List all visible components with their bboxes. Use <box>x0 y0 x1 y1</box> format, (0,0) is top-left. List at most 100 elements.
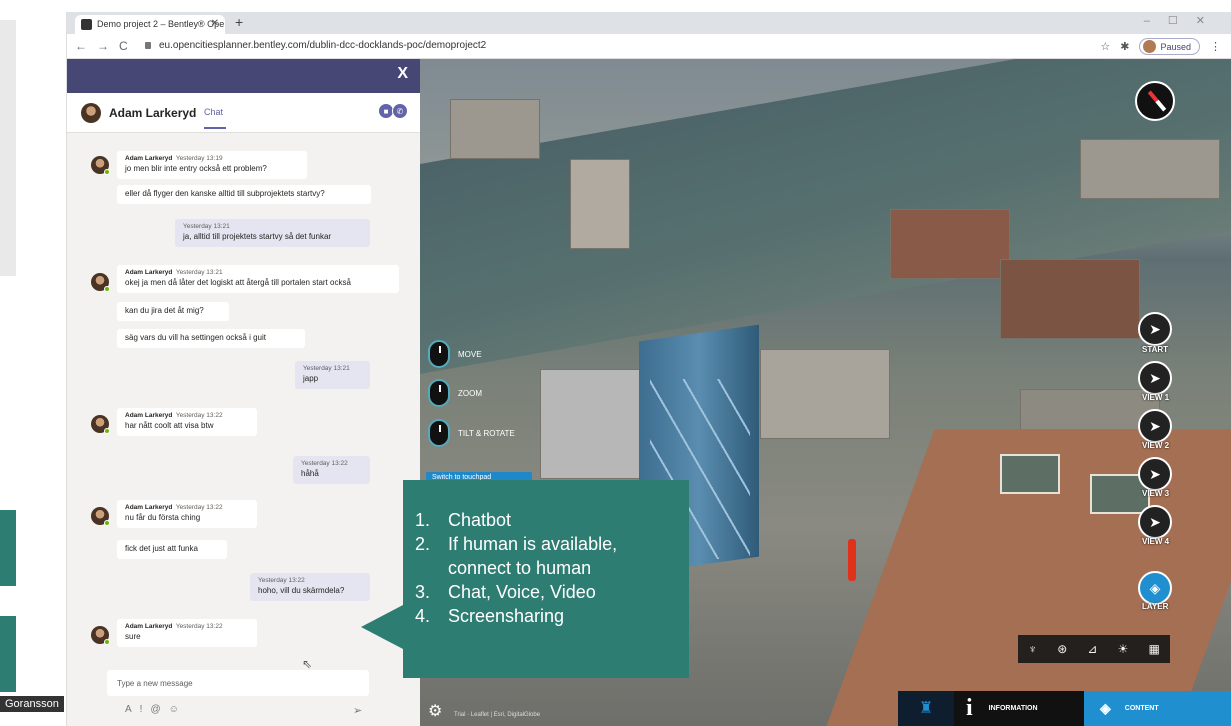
message-avatar <box>91 507 110 526</box>
chat-message: Adam Larkeryd Yesterday 13:19 jo men bli… <box>117 151 307 179</box>
building <box>1080 139 1220 199</box>
slide-panel-grey <box>0 20 16 276</box>
move-control: MOVE <box>428 340 482 368</box>
chat-message: eller då flyger den kanske alltid till s… <box>117 185 371 204</box>
courtyard <box>1000 454 1060 494</box>
view-2-label: VIEW 2 <box>1142 441 1170 450</box>
message-input[interactable]: Type a new message <box>107 670 369 696</box>
feature-list: 1. Chatbot 2. If human is available, conne… <box>403 480 689 628</box>
mouse-cursor-icon: ⇖ <box>302 657 313 671</box>
feature-callout: 1. Chatbot 2. If human is available, conne… <box>403 480 689 678</box>
chat-message-own: Yesterday 13:21 japp <box>295 361 370 389</box>
chat-message: Adam Larkeryd Yesterday 13:21 okej ja me… <box>117 265 399 293</box>
window-controls[interactable]: –☐✕ <box>1144 14 1223 27</box>
building <box>450 99 540 159</box>
view-3-label: VIEW 3 <box>1142 489 1170 498</box>
mouse-icon <box>428 419 450 447</box>
bottom-bar: ♜ i INFORMATION ◈ CONTENT <box>898 691 1231 726</box>
presenter-name: Goransson <box>0 696 64 712</box>
city-logo-icon[interactable]: ♜ <box>898 691 954 726</box>
view-3-button[interactable]: ➤ <box>1138 457 1172 491</box>
information-button[interactable]: i INFORMATION <box>954 691 1084 726</box>
chat-message: Adam Larkeryd Yesterday 13:22 sure <box>117 619 257 647</box>
tilt-control: TILT & ROTATE <box>428 419 515 447</box>
star-icon[interactable]: ☆ <box>1100 40 1110 53</box>
settings-gear-icon[interactable]: ⚙ <box>428 701 442 721</box>
menu-icon[interactable]: ⋮ <box>1210 40 1221 53</box>
view-4-label: VIEW 4 <box>1142 537 1170 546</box>
mouse-icon <box>428 379 450 407</box>
send-icon[interactable]: ➢ <box>353 704 362 717</box>
profile-avatar <box>1143 40 1157 53</box>
walk-icon[interactable]: ♆ <box>1028 642 1037 656</box>
chat-message-own: Yesterday 13:22 hoho, vill du skärmdela? <box>250 573 370 601</box>
building <box>890 209 1010 279</box>
callout-arrow <box>361 605 403 649</box>
sun-icon[interactable]: ☀ <box>1118 642 1129 656</box>
layer-label: LAYER <box>1142 602 1169 611</box>
shadow-icon[interactable]: ⊛ <box>1057 642 1067 656</box>
chat-message: säg vars du vill ha settingen också i gu… <box>117 329 305 348</box>
view-2-button[interactable]: ➤ <box>1138 409 1172 443</box>
info-icon: i <box>966 695 973 721</box>
chat-message: Adam Larkeryd Yesterday 13:22 har nått c… <box>117 408 257 436</box>
feature-item: 1. Chatbot <box>415 510 512 530</box>
paused-label: Paused <box>1160 41 1191 52</box>
view-1-button[interactable]: ➤ <box>1138 361 1172 395</box>
view-1-label: VIEW 1 <box>1142 393 1170 402</box>
tab-title: Demo project 2 – Bentley® Ope <box>97 19 225 29</box>
building <box>760 349 890 439</box>
chat-message: fick det just att funka <box>117 540 227 559</box>
message-avatar <box>91 273 110 292</box>
call-buttons: ■ ✆ <box>378 103 408 119</box>
slide-panel-teal-2 <box>0 616 16 692</box>
browser-tab[interactable]: Demo project 2 – Bentley® Ope ✕ <box>75 15 225 34</box>
lock-icon <box>145 42 151 49</box>
building <box>1000 259 1140 339</box>
layers-icon: ◈ <box>1100 700 1111 716</box>
chat-message-own: Yesterday 13:22 håhå <box>293 456 370 484</box>
close-tab-icon[interactable]: ✕ <box>211 18 219 29</box>
compose-toolbar[interactable]: A!@☺ <box>125 704 187 715</box>
message-avatar <box>91 626 110 645</box>
address-bar: ←→C eu.opencitiesplanner.bentley.com/dub… <box>67 34 1231 59</box>
feature-item: 2. If human is available, connect to huma… <box>415 534 618 578</box>
tab-bar: Demo project 2 – Bentley® Ope ✕ + –☐✕ <box>67 12 1231 34</box>
grid-icon[interactable]: ▦ <box>1149 642 1160 656</box>
content-label: CONTENT <box>1124 705 1159 712</box>
extensions-icon[interactable]: ✱ <box>1120 40 1129 53</box>
location-marker <box>848 539 856 581</box>
chat-message: Adam Larkeryd Yesterday 13:22 nu får du … <box>117 500 257 528</box>
url-field[interactable]: eu.opencitiesplanner.bentley.com/dublin-… <box>159 40 486 51</box>
new-tab-button[interactable]: + <box>235 14 243 30</box>
feature-item: 3. Chat, Voice, Video <box>415 582 596 602</box>
view-start-button[interactable]: ➤ <box>1138 312 1172 346</box>
layer-button[interactable]: ◈ <box>1138 571 1172 605</box>
tab-chat[interactable]: Chat <box>204 107 223 117</box>
zoom-label: ZOOM <box>458 388 482 398</box>
information-label: INFORMATION <box>988 705 1038 712</box>
contact-avatar <box>81 103 101 123</box>
move-label: MOVE <box>458 349 482 359</box>
content-button[interactable]: ◈ CONTENT <box>1084 691 1231 726</box>
chat-header: Adam Larkeryd Chat ■ ✆ <box>67 93 420 133</box>
chat-topbar: X <box>67 59 420 93</box>
nav-buttons[interactable]: ←→C <box>75 39 138 53</box>
slide-panel-teal-1 <box>0 510 16 586</box>
outer-presentation-strip: Goransson <box>0 0 66 726</box>
tilt-label: TILT & ROTATE <box>458 428 515 438</box>
view-4-button[interactable]: ➤ <box>1138 505 1172 539</box>
message-avatar <box>91 415 110 434</box>
audio-call-icon[interactable]: ✆ <box>392 103 408 119</box>
profile-paused-button[interactable]: Paused <box>1139 38 1200 55</box>
compass-icon[interactable] <box>1135 81 1175 121</box>
favicon-icon <box>81 19 92 30</box>
map-tools-toolbar: ♆ ⊛ ⊿ ☀ ▦ <box>1018 635 1170 663</box>
map-credit: Trial · Leaflet | Esri, DigitalGlobe <box>454 712 541 718</box>
mouse-icon <box>428 340 450 368</box>
measure-icon[interactable]: ⊿ <box>1087 642 1097 656</box>
tab-underline <box>204 127 226 129</box>
close-chat-button[interactable]: X <box>397 65 408 83</box>
address-bar-actions: ☆ ✱ Paused ⋮ <box>1100 38 1221 55</box>
chat-message: kan du jira det åt mig? <box>117 302 229 321</box>
